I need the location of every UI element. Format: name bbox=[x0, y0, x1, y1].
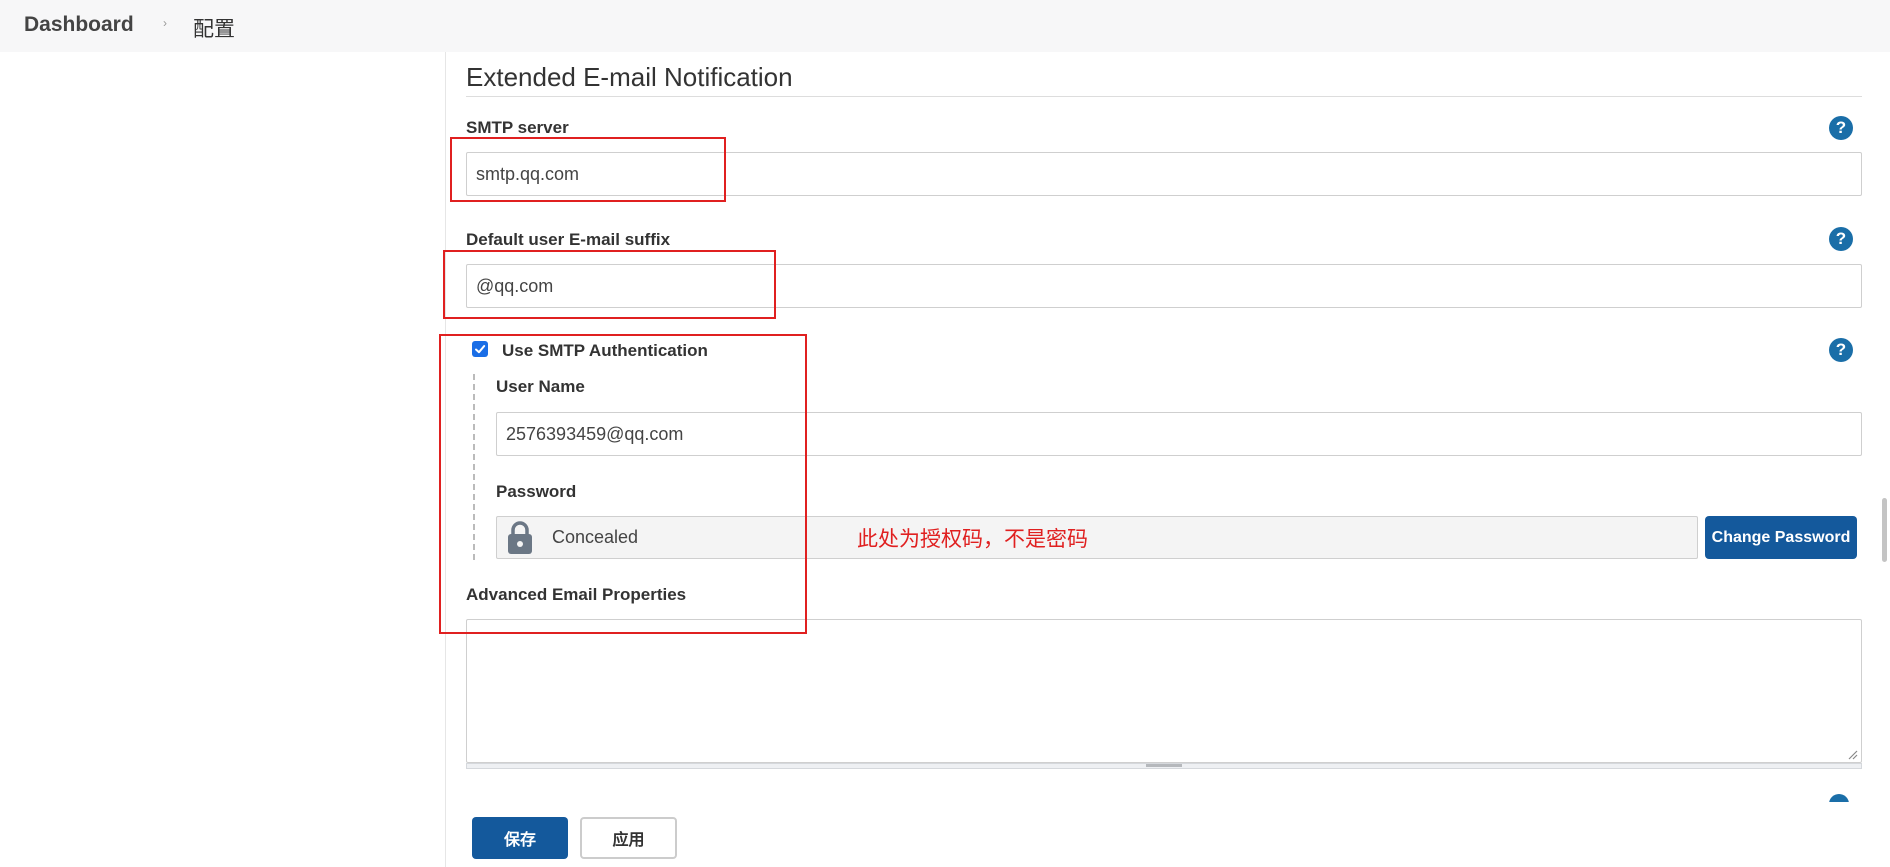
resize-handle-icon[interactable] bbox=[1846, 748, 1858, 760]
annotation-note: 此处为授权码，不是密码 bbox=[857, 528, 1088, 551]
save-button[interactable]: 保存 bbox=[472, 817, 568, 859]
apply-button[interactable]: 应用 bbox=[580, 817, 677, 859]
section-title: Extended E-mail Notification bbox=[466, 62, 793, 92]
scrollbar-thumb[interactable] bbox=[1882, 498, 1887, 562]
partial-help-icon bbox=[1829, 794, 1849, 802]
change-password-button[interactable]: Change Password bbox=[1705, 516, 1857, 559]
grip-icon bbox=[1146, 764, 1182, 767]
annotation-box-auth bbox=[439, 334, 807, 634]
annotation-box-smtp bbox=[450, 137, 726, 202]
advanced-email-properties-textarea[interactable] bbox=[466, 619, 1862, 763]
section-divider bbox=[466, 96, 1862, 97]
breadcrumb-dashboard-link[interactable]: Dashboard bbox=[24, 13, 134, 37]
smtp-server-help-icon[interactable]: ? bbox=[1829, 116, 1853, 140]
email-suffix-help-icon[interactable]: ? bbox=[1829, 227, 1853, 251]
smtp-server-label: SMTP server bbox=[466, 118, 569, 137]
breadcrumb-separator-icon: › bbox=[163, 16, 167, 30]
breadcrumb-current-page: 配置 bbox=[193, 18, 235, 41]
smtp-auth-help-icon[interactable]: ? bbox=[1829, 338, 1853, 362]
email-suffix-label: Default user E-mail suffix bbox=[466, 230, 671, 249]
breadcrumb-bar: Dashboard › 配置 bbox=[0, 0, 1890, 52]
annotation-box-suffix bbox=[443, 250, 776, 319]
